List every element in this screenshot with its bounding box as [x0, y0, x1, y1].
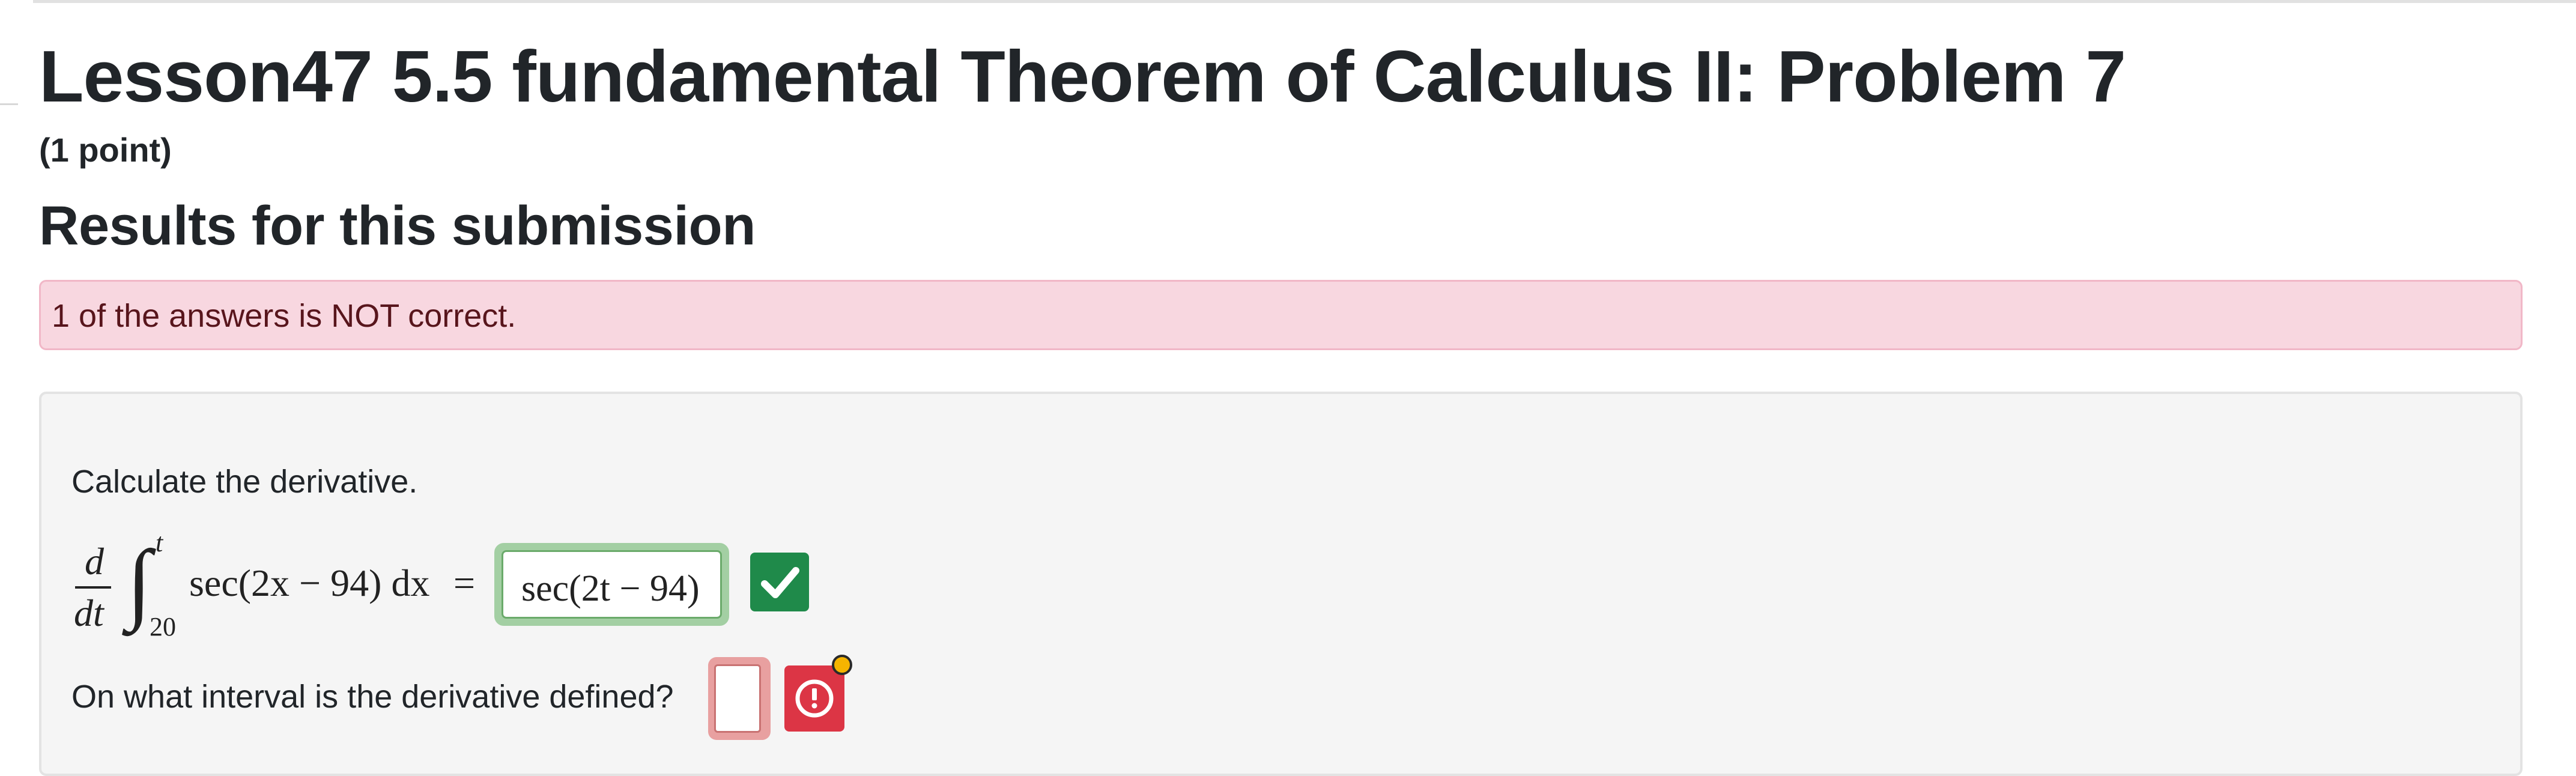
- equals-sign: =: [453, 562, 476, 604]
- problem-panel: Calculate the derivative. d dt ∫ t 20 se…: [39, 392, 2523, 776]
- warning-dot-badge: [832, 655, 852, 675]
- results-heading: Results for this submission: [39, 195, 756, 256]
- check-icon: [761, 567, 799, 598]
- top-border: [33, 0, 2576, 3]
- interval-question: On what interval is the derivative defin…: [71, 679, 674, 715]
- page-title: Lesson47 5.5 fundamental Theorem of Calc…: [39, 35, 2126, 117]
- fraction-bar: [75, 586, 111, 589]
- integral-lower-limit: 20: [150, 612, 176, 641]
- integral-upper-limit: t: [156, 528, 163, 557]
- answer-field-1-box[interactable]: sec(2t − 94): [502, 550, 722, 619]
- answer-field-2[interactable]: [708, 657, 771, 740]
- alert-message: 1 of the answers is NOT correct.: [52, 298, 517, 334]
- results-alert: 1 of the answers is NOT correct.: [39, 280, 2523, 350]
- problem-prompt: Calculate the derivative.: [71, 464, 418, 500]
- integrand: sec(2x − 94) dx: [189, 562, 430, 604]
- fraction-numerator: d: [85, 540, 104, 583]
- integral-sign: ∫: [127, 532, 152, 632]
- answer-field-1-value: sec(2t − 94): [521, 568, 700, 609]
- exclamation-circle-icon: [795, 679, 834, 718]
- point-value: (1 point): [39, 131, 172, 169]
- answer-field-2-box[interactable]: [714, 664, 761, 733]
- correct-status-button[interactable]: [750, 553, 809, 611]
- left-edge-tick: [0, 103, 18, 105]
- incorrect-status-button[interactable]: [784, 665, 844, 732]
- answer-field-1[interactable]: sec(2t − 94): [494, 543, 729, 626]
- fraction-denominator: dt: [74, 592, 104, 634]
